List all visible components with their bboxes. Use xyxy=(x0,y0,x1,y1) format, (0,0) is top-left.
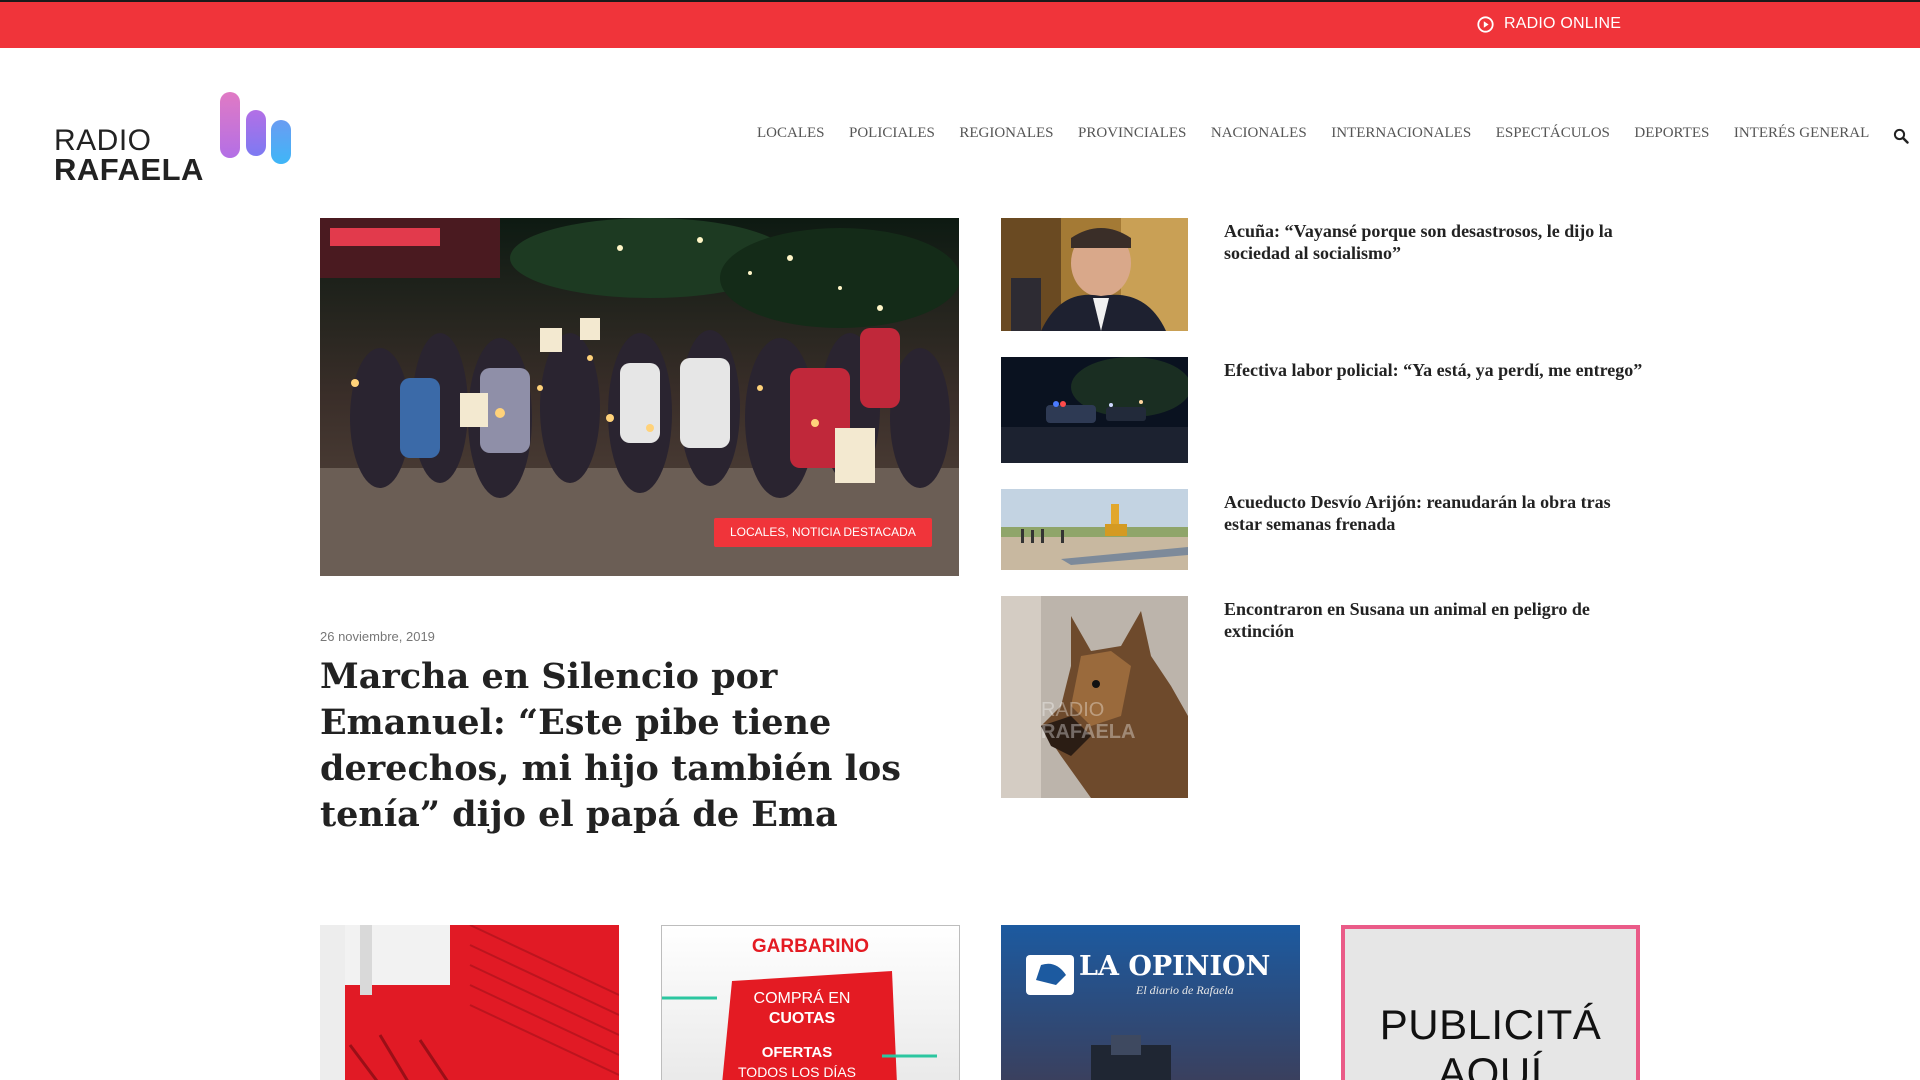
ad-banner-red[interactable] xyxy=(320,925,619,1080)
category-badge[interactable]: LOCALES, NOTICIA DESTACADA xyxy=(714,518,932,547)
ad-text-line: PUBLICITÁ xyxy=(1379,1001,1602,1048)
ad-text-line: CUOTAS xyxy=(768,1010,836,1027)
side-news-thumb xyxy=(1001,357,1188,463)
side-news-thumb: RADIO RAFAELA xyxy=(1001,596,1188,798)
site-logo[interactable]: RADIO RAFAELA xyxy=(54,90,291,187)
top-bar: RADIO ONLINE xyxy=(0,0,1920,48)
ad-text-line: AQUÍ xyxy=(1438,1049,1543,1080)
nav-item-locales[interactable]: LOCALES xyxy=(757,125,825,142)
radio-online-label: RADIO ONLINE xyxy=(1504,15,1622,32)
search-icon[interactable] xyxy=(1893,128,1909,144)
ad-image xyxy=(1001,925,1300,1080)
ad-image xyxy=(320,925,619,1080)
side-news-title: Acueducto Desvío Arijón: reanudarán la o… xyxy=(1224,492,1611,534)
side-news-item[interactable]: RADIO RAFAELA Encontraron en Susana un a… xyxy=(1001,596,1641,798)
side-news-thumb xyxy=(1001,218,1188,331)
ad-text-line: OFERTAS xyxy=(761,1044,833,1061)
main-nav: LOCALES POLICIALES REGIONALES PROVINCIAL… xyxy=(757,125,1894,142)
ad-banner-garbarino[interactable]: GARBARINO COMPRÁ EN CUOTAS OFERTAS TODOS… xyxy=(661,925,960,1080)
ad-text-line: TODOS LOS DÍAS xyxy=(738,1064,856,1080)
nav-item-policiales[interactable]: POLICIALES xyxy=(849,125,935,142)
featured-image[interactable]: LOCALES, NOTICIA DESTACADA xyxy=(320,218,959,576)
logo-text-rafaela: RAFAELA xyxy=(54,152,204,187)
side-news-item[interactable]: Acuña: “Vayansé porque son desastrosos, … xyxy=(1001,218,1641,331)
side-news-thumb xyxy=(1001,489,1188,570)
ad-text-line: COMPRÁ EN xyxy=(753,990,851,1007)
side-news-title: Acuña: “Vayansé porque son desastrosos, … xyxy=(1224,221,1613,263)
nav-item-espectaculos[interactable]: ESPECTÁCULOS xyxy=(1496,125,1610,142)
nav-item-interes-general[interactable]: INTERÉS GENERAL xyxy=(1734,125,1869,142)
watermark-text: RAFAELA xyxy=(1041,721,1135,743)
side-news-item[interactable]: Acueducto Desvío Arijón: reanudarán la o… xyxy=(1001,489,1641,570)
side-news-title: Encontraron en Susana un animal en pelig… xyxy=(1224,599,1590,641)
watermark-text: RADIO xyxy=(1041,699,1104,721)
nav-item-internacionales[interactable]: INTERNACIONALES xyxy=(1331,125,1471,142)
featured-date: 26 noviembre, 2019 xyxy=(320,629,435,644)
play-circle-icon xyxy=(1477,15,1494,33)
nav-item-nacionales[interactable]: NACIONALES xyxy=(1211,125,1307,142)
side-news-item[interactable]: Efectiva labor policial: “Ya está, ya pe… xyxy=(1001,357,1643,463)
nav-item-regionales[interactable]: REGIONALES xyxy=(959,125,1053,142)
ad-brand-text: LA OPINION xyxy=(1079,951,1271,982)
ad-banner-la-opinion[interactable]: LA OPINION El diario de Rafaela xyxy=(1001,925,1300,1080)
side-news-title: Efectiva labor policial: “Ya está, ya pe… xyxy=(1224,360,1643,380)
nav-item-deportes[interactable]: DEPORTES xyxy=(1634,125,1709,142)
ad-tagline: El diario de Rafaela xyxy=(1136,983,1234,997)
featured-title[interactable]: Marcha en Silencio por Emanuel: “Este pi… xyxy=(320,654,960,838)
ad-banner-publicita[interactable]: PUBLICITÁ AQUÍ xyxy=(1341,925,1640,1080)
nav-item-provinciales[interactable]: PROVINCIALES xyxy=(1078,125,1186,142)
radio-online-link[interactable]: RADIO ONLINE xyxy=(1477,15,1621,33)
